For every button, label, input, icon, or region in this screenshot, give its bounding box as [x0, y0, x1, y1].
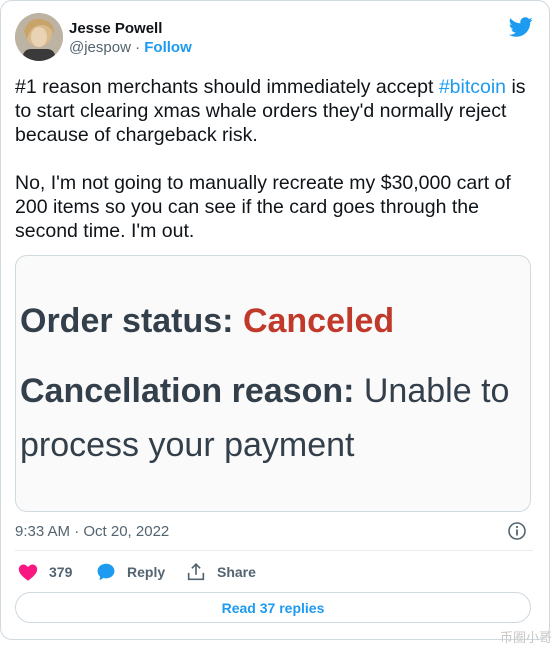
order-status-value: Canceled	[242, 302, 395, 340]
author-info: Jesse Powell @jespow · Follow	[69, 19, 192, 58]
like-button[interactable]: 379	[17, 561, 72, 583]
tweet-timestamp[interactable]: 9:33 AM · Oct 20, 2022	[15, 522, 169, 542]
tweet-text-part-2: is to start clearing xmas whale orders t…	[15, 76, 526, 242]
tweet-card: Jesse Powell @jespow · Follow #1 reason …	[0, 0, 550, 640]
tweet-text-part-1: #1 reason merchants should immediately a…	[15, 76, 439, 98]
order-status-line: Order status: Canceled	[20, 302, 394, 341]
cancellation-reason-line: Cancellation reason: Unable to process y…	[20, 364, 530, 472]
order-status-label: Order status:	[20, 302, 243, 340]
author-handle-line: @jespow · Follow	[69, 38, 192, 58]
info-icon[interactable]	[507, 521, 527, 541]
share-icon	[187, 563, 205, 581]
author-handle[interactable]: @jespow	[69, 39, 131, 56]
heart-icon	[18, 564, 38, 581]
twitter-logo-icon[interactable]	[509, 15, 533, 39]
watermark: 币圈小哥	[499, 631, 552, 646]
share-button[interactable]: Share	[185, 561, 256, 583]
avatar[interactable]	[15, 13, 63, 61]
reply-button[interactable]: Reply	[95, 561, 165, 583]
follow-link[interactable]: Follow	[144, 39, 192, 56]
tweet-text: #1 reason merchants should immediately a…	[15, 75, 539, 243]
divider	[15, 550, 533, 551]
tweet-actions: 379 Reply Share	[15, 561, 515, 585]
tweet-media-image[interactable]: Order status: Canceled Cancellation reas…	[15, 255, 531, 512]
like-count: 379	[49, 564, 73, 580]
cancellation-reason-label: Cancellation reason:	[20, 372, 364, 410]
handle-separator: ·	[130, 39, 145, 56]
read-replies-button[interactable]: Read 37 replies	[15, 592, 531, 623]
share-label: Share	[217, 564, 256, 580]
tweet-header: Jesse Powell @jespow · Follow	[15, 13, 533, 63]
reply-label: Reply	[127, 564, 166, 580]
reply-bubble-icon	[97, 563, 115, 581]
hashtag-link[interactable]: #bitcoin	[439, 76, 506, 98]
author-display-name[interactable]: Jesse Powell	[69, 19, 192, 38]
